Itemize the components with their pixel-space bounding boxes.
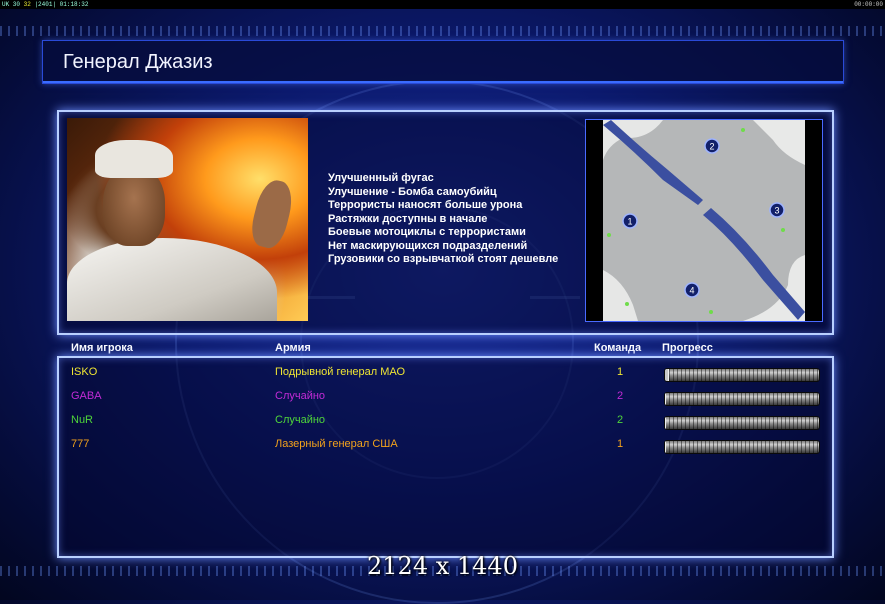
column-header-army: Армия (275, 342, 311, 354)
general-perks-list: Улучшенный фугас Улучшение - Бомба самоу… (328, 172, 558, 267)
player-progress-fill (665, 369, 670, 381)
start-position-2[interactable]: 2 (704, 138, 720, 154)
player-army: Случайно (275, 390, 326, 402)
general-portrait (67, 118, 308, 321)
perk-item: Грузовики со взрывчаткой стоят дешевле (328, 253, 559, 265)
status-left-highlight: 32 (23, 1, 31, 8)
player-name: GABA (71, 390, 102, 402)
perk-item: Улучшенный фугас (328, 172, 434, 184)
start-position-4[interactable]: 4 (684, 282, 700, 298)
status-clock: 00:00:00 (854, 1, 883, 8)
portrait-face (103, 166, 165, 246)
players-table (57, 356, 834, 558)
player-army: Лазерный генерал США (275, 438, 398, 450)
player-progress-fill (665, 441, 666, 453)
svg-text:3: 3 (774, 206, 779, 216)
status-left: UK 30 32 |2401| 01:18:32 (2, 0, 88, 9)
player-team: 2 (616, 390, 624, 402)
table-row: GABA Случайно 2 (0, 390, 885, 406)
table-row: ISKO Подрывной генерал МАО 1 (0, 366, 885, 382)
player-army: Случайно (275, 414, 326, 426)
player-name: ISKO (71, 366, 98, 378)
status-bar: UK 30 32 |2401| 01:18:32 00:00:00 (0, 0, 885, 9)
perk-item: Боевые мотоциклы с террористами (328, 226, 526, 238)
start-position-1[interactable]: 1 (622, 213, 638, 229)
minimap-terrain: 1 2 3 4 (603, 120, 805, 321)
svg-text:2: 2 (709, 142, 714, 152)
svg-text:4: 4 (689, 286, 694, 296)
portrait-robe (67, 238, 277, 321)
column-header-name: Имя игрока (71, 342, 133, 354)
table-row: NuR Случайно 2 (0, 414, 885, 430)
start-position-3[interactable]: 3 (769, 202, 785, 218)
table-row: 777 Лазерный генерал США 1 (0, 438, 885, 454)
status-left-rest: |2401| 01:18:32 (34, 1, 89, 8)
general-name: Генерал Джазиз (63, 51, 213, 73)
player-name: NuR (71, 414, 94, 426)
player-team: 2 (616, 414, 624, 426)
portrait-headwrap (95, 140, 173, 178)
player-progress-bar (664, 440, 820, 454)
perk-item: Растяжки доступны в начале (328, 212, 488, 225)
frame-strip-top (0, 26, 885, 36)
perk-item: Террористы наносят больше урона (328, 199, 523, 211)
player-team: 1 (616, 438, 624, 450)
status-left-text: UK 30 (2, 1, 21, 8)
player-team: 1 (616, 366, 624, 378)
player-army: Подрывной генерал МАО (275, 366, 406, 378)
column-header-team: Команда (594, 342, 642, 354)
player-progress-bar (664, 392, 820, 406)
player-progress-fill (665, 393, 666, 405)
resolution-watermark: 2124 x 1440 (367, 552, 518, 580)
player-progress-bar (664, 368, 820, 382)
portrait-hand (247, 176, 297, 252)
perk-item: Нет маскирующихся подразделений (328, 239, 528, 252)
column-header-progress: Прогресс (662, 342, 713, 354)
minimap[interactable]: 1 2 3 4 (585, 119, 823, 322)
general-header: Генерал Джазиз (42, 40, 844, 84)
perk-item: Улучшение - Бомба самоубийц (328, 185, 497, 198)
player-name: 777 (71, 438, 90, 450)
player-progress-bar (664, 416, 820, 430)
header-underline (43, 81, 843, 83)
svg-text:1: 1 (627, 217, 632, 227)
player-progress-fill (665, 417, 666, 429)
